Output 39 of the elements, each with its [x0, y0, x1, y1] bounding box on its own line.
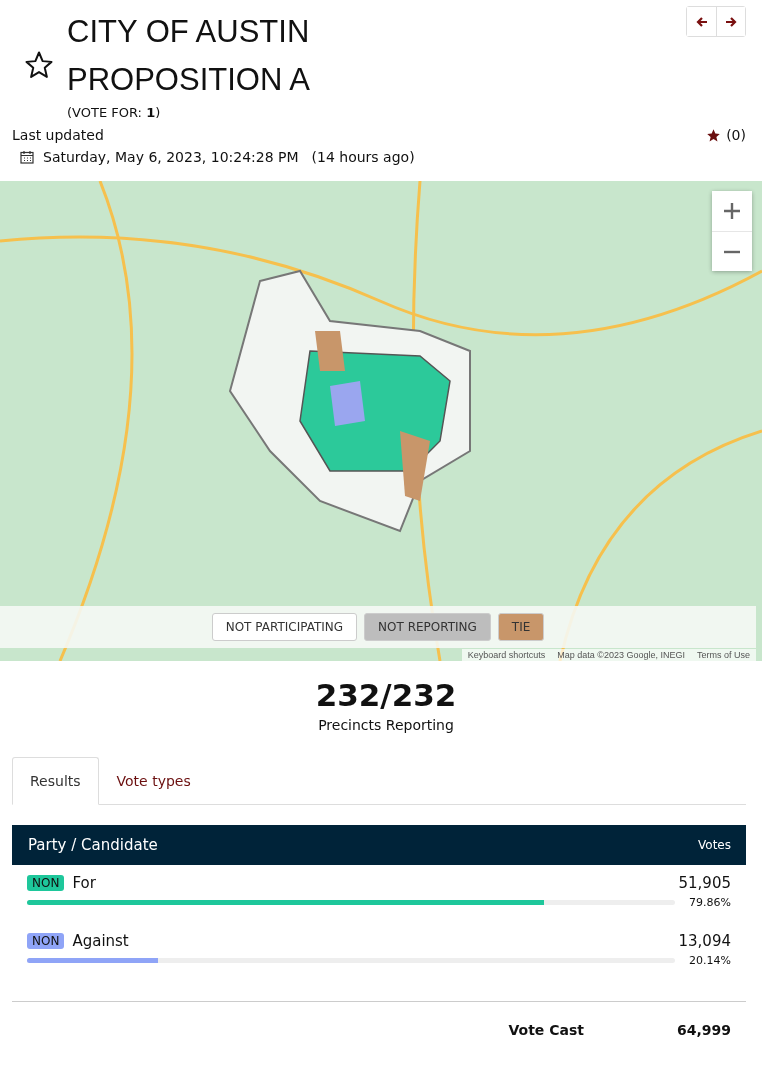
party-badge: NON: [27, 933, 65, 949]
precinct-count: 232/232: [314, 676, 458, 715]
vote-percent: 20.14%: [688, 954, 731, 967]
vote-percent: 79.86%: [688, 896, 731, 909]
race-title: PROPOSITION A: [67, 61, 310, 99]
favorites-count: (0): [726, 126, 746, 145]
candidate-name: Against: [72, 932, 129, 950]
tab[interactable]: Results: [12, 757, 99, 805]
precincts-label: Precincts Reporting: [317, 717, 455, 733]
column-header: Votes: [698, 838, 731, 852]
legend-chip: TIE: [497, 613, 545, 641]
arrow-right-icon: [725, 15, 737, 28]
last-updated-label: Last updated: [12, 126, 104, 145]
timestamp: Saturday, May 6, 2023, 10:24:28 PM: [43, 149, 299, 165]
party-badge: NON: [27, 875, 65, 891]
vote-count: 13,094: [678, 932, 731, 950]
map-attribution-link[interactable]: Terms of Use: [691, 649, 756, 661]
arrow-left-icon: [695, 15, 708, 28]
legend-chip: NOT REPORTING: [364, 613, 491, 641]
legend-chip: NOT PARTICIPATING: [211, 613, 358, 641]
star-outline-icon[interactable]: [24, 50, 54, 80]
plus-icon: [723, 202, 741, 220]
map-attribution-link[interactable]: Keyboard shortcuts: [461, 649, 552, 661]
map-attribution-link[interactable]: Map data ©2023 Google, INEGI: [551, 649, 691, 661]
vote-for-text: (VOTE FOR: 1): [67, 104, 162, 122]
race-title: CITY OF AUSTIN: [67, 13, 310, 51]
calendar-icon: [20, 150, 34, 164]
next-button[interactable]: [716, 7, 745, 36]
column-header: Party / Candidate: [28, 836, 158, 854]
minus-icon: [723, 249, 741, 254]
star-icon: [706, 127, 722, 143]
vote-count: 51,905: [678, 874, 731, 892]
tab[interactable]: Vote types: [98, 757, 209, 805]
map-placeholder[interactable]: NOT PARTICIPATING NOT REPORTING TIE Keyboard shortcuts Map data ©2023 Google, INEGI Terms of Use: [0, 181, 762, 661]
total-label: Vote Cast: [508, 1022, 584, 1038]
candidate-name: For: [72, 874, 96, 892]
zoom-in-button[interactable]: [712, 191, 752, 231]
relative-time: (14 hours ago): [311, 149, 415, 165]
total-value: 64,999: [676, 1022, 731, 1038]
